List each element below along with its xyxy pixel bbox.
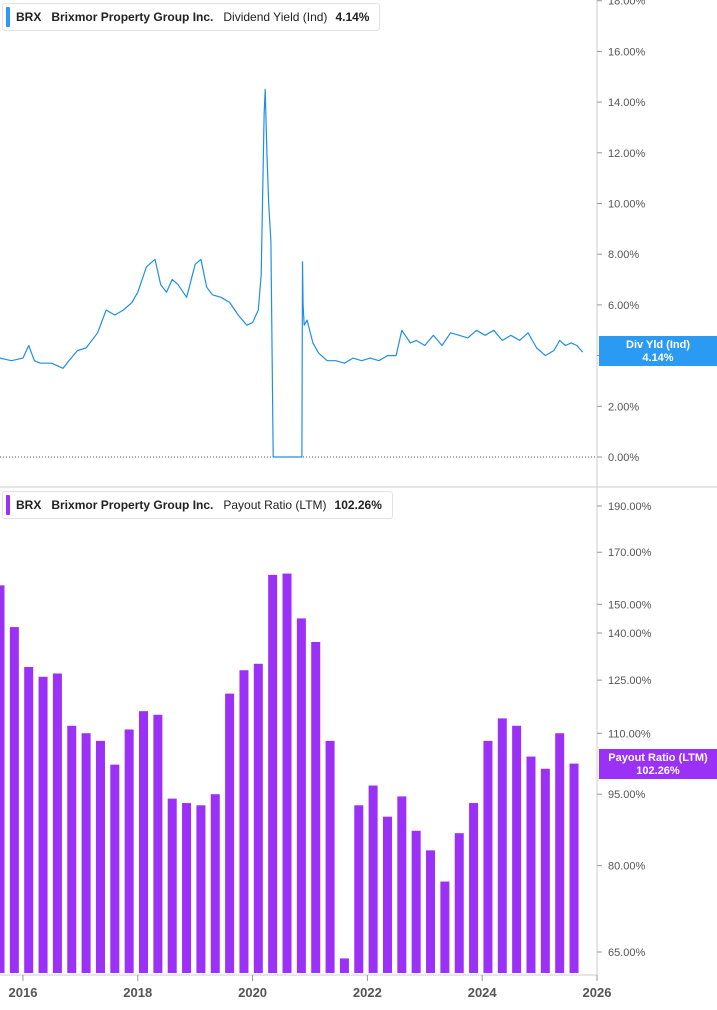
payout-bar xyxy=(454,833,464,973)
payout-bar xyxy=(225,693,235,973)
x-tick-label: 2024 xyxy=(468,985,498,1000)
payout-ratio-legend: BRX Brixmor Property Group Inc. Payout R… xyxy=(2,491,393,519)
y-tick-label: 150.00% xyxy=(608,599,652,611)
payout-ratio-badge-value: 102.26% xyxy=(636,765,680,777)
y-tick-label: 95.00% xyxy=(608,789,646,801)
payout-bar xyxy=(555,733,565,973)
dividend-yield-legend: BRX Brixmor Property Group Inc. Dividend… xyxy=(2,3,381,31)
x-tick-label: 2020 xyxy=(238,985,267,1000)
dividend-yield-line xyxy=(0,88,584,458)
x-tick-label: 2026 xyxy=(583,985,612,1000)
y-tick-label: 170.00% xyxy=(608,547,652,559)
payout-bar xyxy=(153,714,163,973)
payout-bar xyxy=(382,816,392,973)
legend-ticker: BRX xyxy=(16,10,42,24)
payout-bar xyxy=(526,756,536,973)
payout-bar xyxy=(167,798,177,973)
payout-bar xyxy=(440,881,450,973)
payout-bar xyxy=(0,585,5,973)
payout-bar xyxy=(296,618,306,973)
x-tick-label: 2018 xyxy=(123,985,152,1000)
legend-company-name: Brixmor Property Group Inc. xyxy=(51,498,214,512)
y-tick-label: 190.00% xyxy=(608,501,652,513)
payout-bar xyxy=(397,796,407,973)
y-tick-label: 0.00% xyxy=(608,452,639,464)
x-tick-label: 2022 xyxy=(353,985,382,1000)
div-yield-badge-label: Div Yld (Ind) xyxy=(626,339,690,351)
payout-bar xyxy=(139,711,149,973)
x-tick-label: 2016 xyxy=(9,985,38,1000)
y-tick-label: 2.00% xyxy=(608,401,639,413)
payout-bar xyxy=(95,740,105,973)
payout-ratio-badge-label: Payout Ratio (LTM) xyxy=(608,752,708,764)
y-tick-label: 110.00% xyxy=(608,728,651,740)
div-yield-badge-value: 4.14% xyxy=(642,352,673,364)
payout-bar xyxy=(469,803,479,973)
payout-bar xyxy=(38,676,48,973)
payout-ratio-legend-swatch xyxy=(6,495,10,515)
legend-ticker: BRX xyxy=(16,498,42,512)
payout-bar xyxy=(67,725,77,973)
y-tick-label: 18.00% xyxy=(608,0,646,8)
payout-bar xyxy=(182,803,192,973)
payout-bar xyxy=(210,794,220,973)
payout-bar xyxy=(569,763,579,973)
legend-value: 102.26% xyxy=(334,498,382,512)
payout-bar xyxy=(196,805,206,973)
legend-value: 4.14% xyxy=(335,10,370,24)
payout-bar xyxy=(282,573,292,973)
payout-bar xyxy=(311,641,321,973)
payout-bar xyxy=(110,764,120,973)
payout-bar xyxy=(354,805,364,973)
y-tick-label: 8.00% xyxy=(608,249,639,261)
payout-bar xyxy=(325,740,335,973)
payout-bar xyxy=(339,958,349,973)
payout-bar xyxy=(81,733,91,973)
y-tick-label: 6.00% xyxy=(608,300,639,312)
payout-bar xyxy=(239,670,249,973)
payout-bar xyxy=(540,768,550,973)
legend-company-name: Brixmor Property Group Inc. xyxy=(51,10,214,24)
payout-bar xyxy=(483,740,493,973)
y-tick-label: 125.00% xyxy=(608,675,652,687)
dividend-yield-legend-swatch xyxy=(6,7,10,27)
payout-bar xyxy=(268,574,278,973)
payout-bar xyxy=(497,718,507,973)
payout-bar xyxy=(411,830,421,973)
legend-metric: Payout Ratio (LTM) xyxy=(223,498,327,512)
y-tick-label: 10.00% xyxy=(608,199,646,211)
legend-metric: Dividend Yield (Ind) xyxy=(223,10,328,24)
payout-bar xyxy=(512,725,522,973)
y-tick-label: 140.00% xyxy=(608,628,652,640)
payout-bar xyxy=(253,663,263,973)
y-tick-label: 12.00% xyxy=(608,148,646,160)
y-tick-label: 80.00% xyxy=(608,861,646,873)
payout-bar xyxy=(124,729,134,973)
y-tick-label: 65.00% xyxy=(608,947,646,959)
payout-bar xyxy=(9,627,19,973)
payout-bar xyxy=(368,785,378,973)
payout-bar xyxy=(52,673,62,973)
y-tick-label: 14.00% xyxy=(608,97,646,109)
y-tick-label: 16.00% xyxy=(608,46,646,58)
payout-bar xyxy=(24,667,34,973)
payout-bar xyxy=(426,850,436,973)
